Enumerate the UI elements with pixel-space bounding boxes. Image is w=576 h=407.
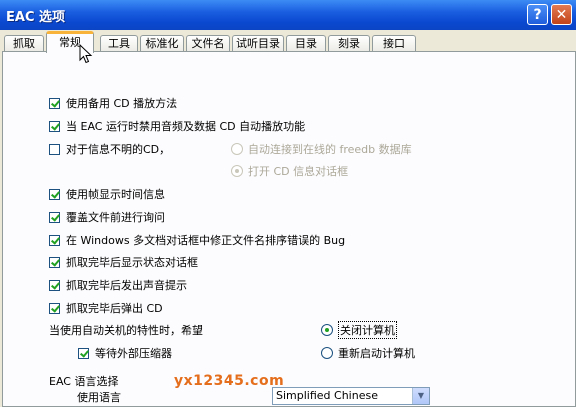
tab-directory[interactable]: 目录 bbox=[286, 35, 326, 51]
unknown-cd-option[interactable]: 对于信息不明的CD， bbox=[49, 141, 170, 157]
checkbox[interactable] bbox=[49, 97, 60, 109]
title-bar: EAC 选项 ? ✕ bbox=[0, 0, 576, 30]
checkbox[interactable] bbox=[49, 211, 60, 223]
checkbox[interactable] bbox=[49, 143, 60, 155]
option-label: 自动连接到在线的 freedb 数据库 bbox=[248, 143, 412, 156]
radio-button[interactable] bbox=[231, 165, 243, 177]
checkbox[interactable] bbox=[78, 347, 89, 359]
checkbox[interactable] bbox=[49, 120, 60, 132]
tab-tools[interactable]: 工具 bbox=[100, 35, 138, 51]
checkbox[interactable] bbox=[49, 302, 60, 314]
use-alt-playback-option[interactable]: 使用备用 CD 播放方法 bbox=[49, 95, 177, 111]
help-button[interactable]: ? bbox=[527, 4, 548, 25]
option-label: 抓取完毕后弹出 CD bbox=[66, 302, 163, 315]
language-select-value: Simplified Chinese bbox=[276, 389, 378, 402]
radio-button[interactable] bbox=[231, 143, 243, 155]
option-label: 抓取完毕后发出声音提示 bbox=[66, 279, 187, 292]
option-label: 重新启动计算机 bbox=[338, 347, 415, 360]
option-label: 关闭计算机 bbox=[338, 321, 397, 339]
option-label: 打开 CD 信息对话框 bbox=[248, 165, 349, 178]
option-label: 当 EAC 运行时禁用音频及数据 CD 自动播放功能 bbox=[66, 120, 306, 133]
radio-button[interactable] bbox=[321, 324, 333, 336]
tab-interface[interactable]: 接口 bbox=[372, 35, 416, 51]
option-label: 覆盖文件前进行询问 bbox=[66, 211, 165, 224]
tab-burn[interactable]: 刻录 bbox=[328, 35, 370, 51]
show-status-option[interactable]: 抓取完毕后显示状态对话框 bbox=[49, 254, 198, 270]
chevron-down-icon[interactable]: ▼ bbox=[412, 388, 429, 404]
option-label: 等待外部压缩器 bbox=[95, 347, 172, 360]
checkbox[interactable] bbox=[49, 234, 60, 246]
watermark: yx12345.com bbox=[174, 373, 285, 389]
mouse-cursor-icon bbox=[79, 44, 93, 64]
tab-rip[interactable]: 抓取 bbox=[4, 35, 44, 51]
option-label: 在 Windows 多文档对话框中修正文件名排序错误的 Bug bbox=[66, 234, 346, 247]
checkbox[interactable] bbox=[49, 279, 60, 291]
fix-sort-bug-option[interactable]: 在 Windows 多文档对话框中修正文件名排序错误的 Bug bbox=[49, 232, 345, 248]
tab-filename[interactable]: 文件名 bbox=[186, 35, 230, 51]
option-label: 抓取完毕后显示状态对话框 bbox=[66, 256, 198, 269]
shutdown-radio[interactable]: 关闭计算机 bbox=[321, 321, 397, 339]
language-section-label: EAC 语言选择 bbox=[49, 375, 119, 388]
play-sound-option[interactable]: 抓取完毕后发出声音提示 bbox=[49, 277, 187, 293]
option-label: 对于信息不明的CD， bbox=[66, 143, 171, 156]
close-button[interactable]: ✕ bbox=[551, 4, 572, 25]
window-title: EAC 选项 bbox=[6, 10, 66, 25]
eject-cd-option[interactable]: 抓取完毕后弹出 CD bbox=[49, 300, 163, 316]
radio-button[interactable] bbox=[321, 347, 333, 359]
ask-overwrite-option[interactable]: 覆盖文件前进行询问 bbox=[49, 209, 165, 225]
use-frames-option[interactable]: 使用帧显示时间信息 bbox=[49, 186, 165, 202]
use-language-label: 使用语言 bbox=[77, 391, 121, 404]
restart-radio[interactable]: 重新启动计算机 bbox=[321, 345, 415, 361]
tab-normalize[interactable]: 标准化 bbox=[140, 35, 184, 51]
checkbox[interactable] bbox=[49, 188, 60, 200]
tab-preview-dir[interactable]: 试听目录 bbox=[232, 35, 284, 51]
wait-compressor-option[interactable]: 等待外部压缩器 bbox=[78, 345, 172, 361]
checkbox[interactable] bbox=[49, 256, 60, 268]
language-select[interactable]: Simplified Chinese ▼ bbox=[272, 387, 430, 405]
option-label: 使用备用 CD 播放方法 bbox=[66, 97, 178, 110]
disable-autoplay-option[interactable]: 当 EAC 运行时禁用音频及数据 CD 自动播放功能 bbox=[49, 118, 305, 134]
auto-freedb-radio[interactable]: 自动连接到在线的 freedb 数据库 bbox=[231, 141, 412, 157]
auto-shutdown-label: 当使用自动关机的特性时，希望 bbox=[49, 324, 203, 337]
open-cd-dialog-radio[interactable]: 打开 CD 信息对话框 bbox=[231, 163, 348, 179]
option-label: 使用帧显示时间信息 bbox=[66, 188, 165, 201]
